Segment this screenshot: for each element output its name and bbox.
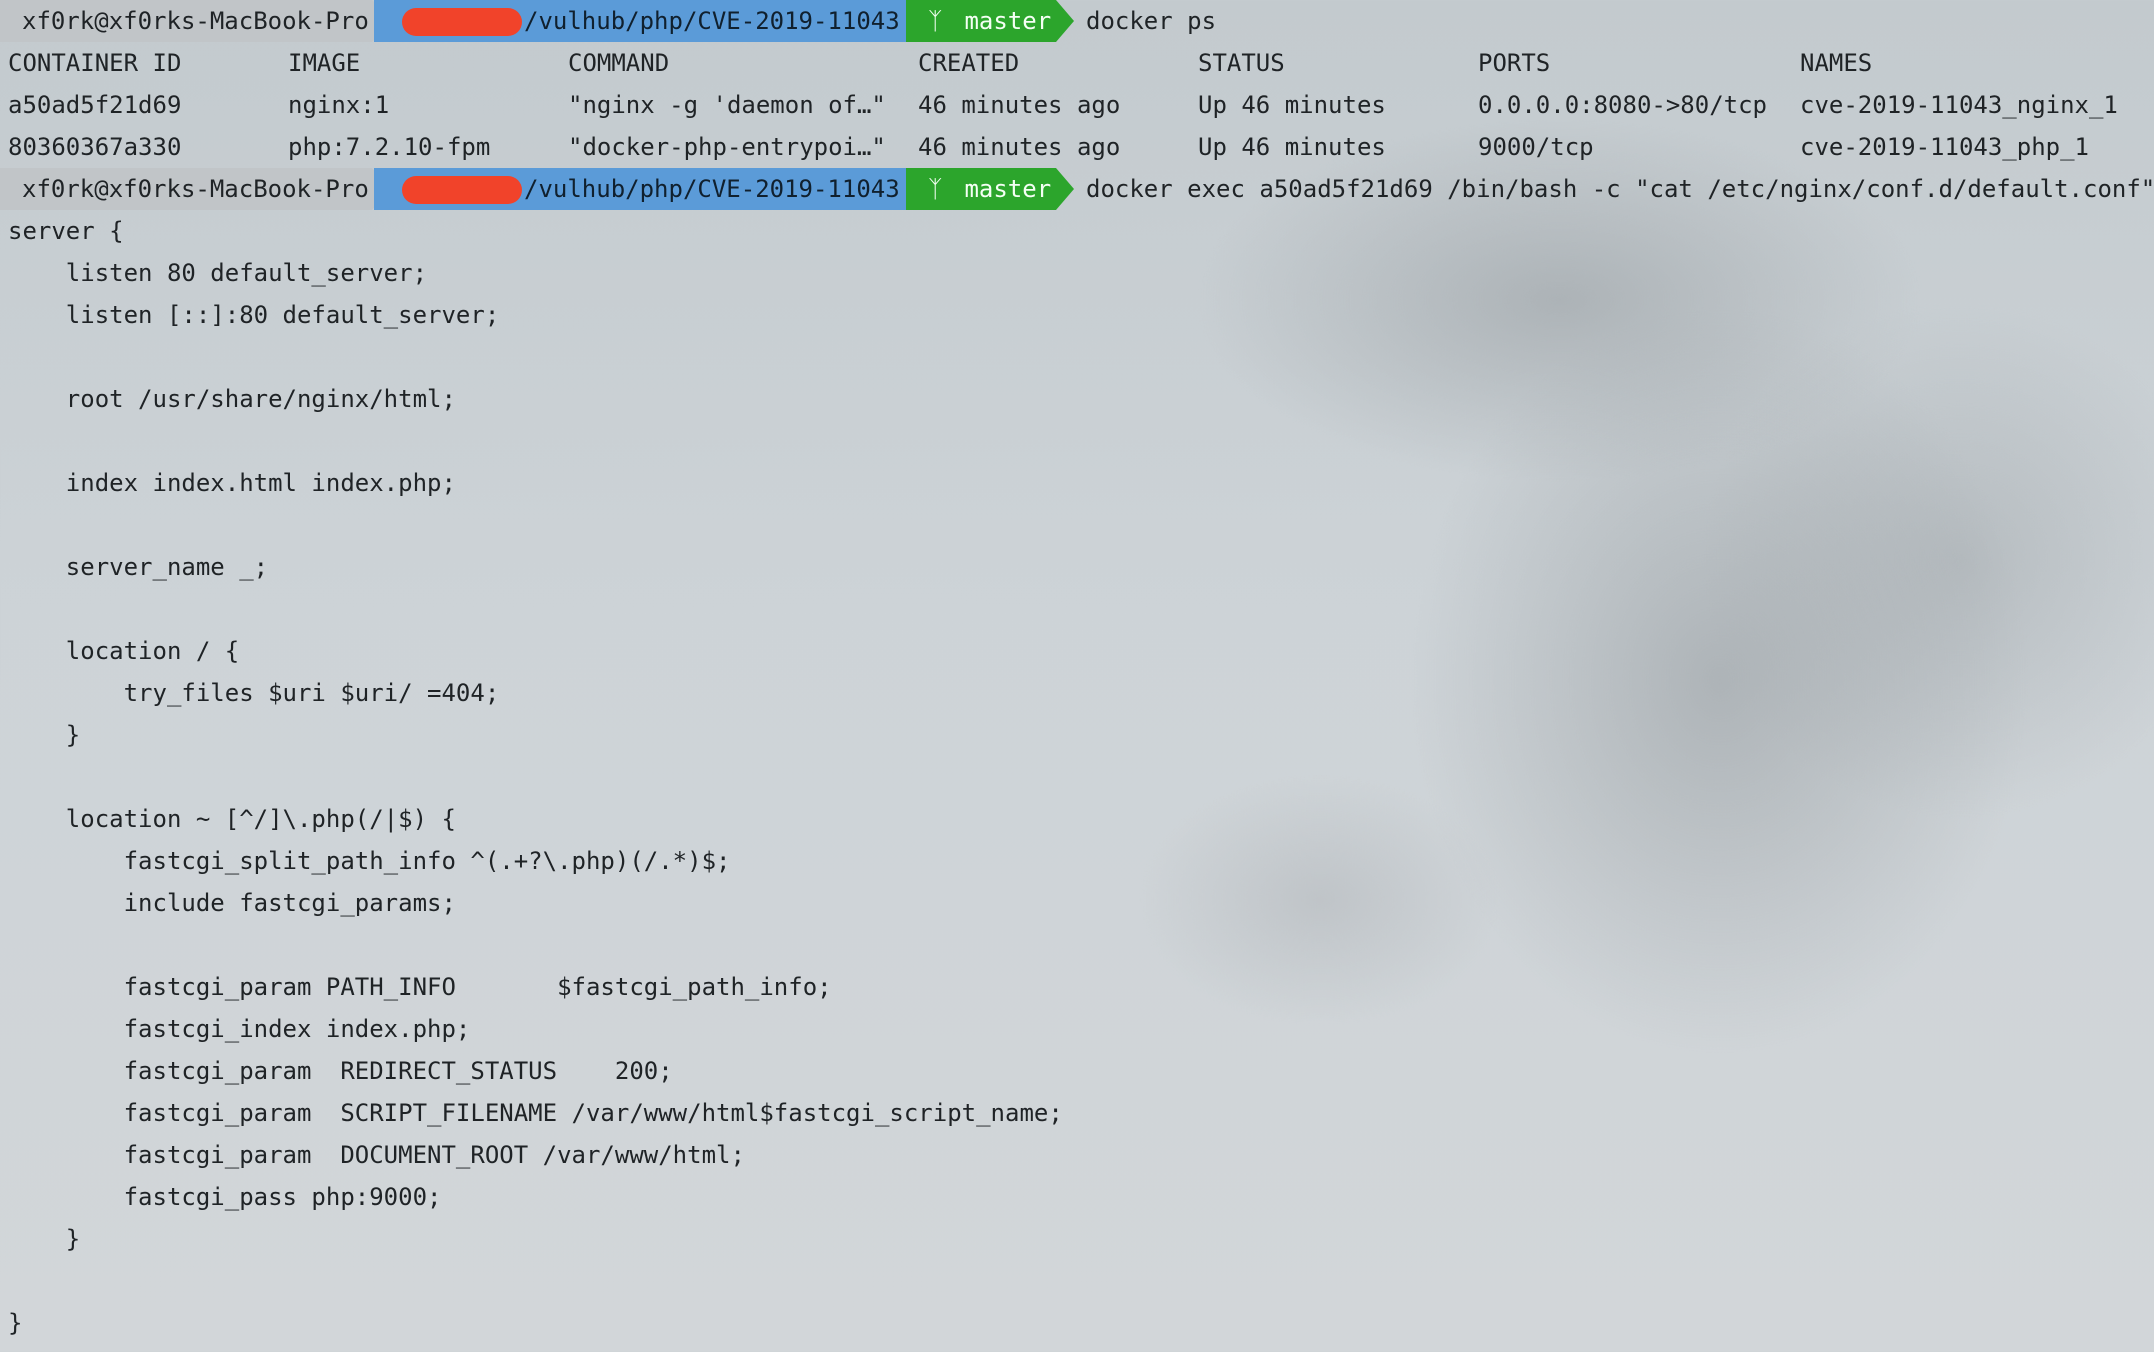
- config-line: index index.html index.php;: [8, 469, 456, 497]
- ps-header-image: IMAGE: [288, 49, 361, 77]
- prompt-user-host-segment: xf0rk@xf0rks-MacBook-Pro: [0, 168, 372, 210]
- config-line: location ~ [^/]\.php(/|$) {: [8, 805, 456, 833]
- ps-cell-ports: 9000/tcp: [1478, 133, 1594, 161]
- ps-header-row: CONTAINER ID IMAGE COMMAND CREATED STATU…: [0, 42, 1872, 84]
- config-line: fastcgi_param REDIRECT_STATUS 200;: [8, 1057, 673, 1085]
- ps-header-ports: PORTS: [1478, 49, 1551, 77]
- prompt-path: /vulhub/php/CVE-2019-11043: [524, 175, 900, 203]
- config-line: include fastcgi_params;: [8, 889, 456, 917]
- powerline-separator: [1056, 168, 1074, 210]
- prompt-branch-segment: ᛉ master: [906, 168, 1056, 210]
- prompt-branch: master: [964, 175, 1052, 203]
- command-text: docker ps: [1086, 7, 1217, 35]
- ps-row: a50ad5f21d69 nginx:1 "nginx -g 'daemon o…: [0, 84, 2118, 126]
- ps-cell-status: Up 46 minutes: [1198, 91, 1386, 119]
- config-line: fastcgi_index index.php;: [8, 1015, 471, 1043]
- powerline-separator: [1056, 0, 1074, 42]
- ps-header-command: COMMAND: [568, 49, 670, 77]
- ps-cell-container-id: a50ad5f21d69: [8, 91, 182, 119]
- prompt-line-2: xf0rk@xf0rks-MacBook-Pro /vulhub/php/CVE…: [0, 168, 2154, 210]
- redaction-mark: [402, 8, 522, 36]
- ps-cell-ports: 0.0.0.0:8080->80/tcp: [1478, 91, 1767, 119]
- ps-cell-created: 46 minutes ago: [918, 91, 1121, 119]
- command-text: docker exec a50ad5f21d69 /bin/bash -c "c…: [1086, 175, 2154, 203]
- ps-cell-status: Up 46 minutes: [1198, 133, 1386, 161]
- prompt-branch-segment: ᛉ master: [906, 0, 1056, 42]
- ps-cell-names: cve-2019-11043_nginx_1: [1800, 91, 2118, 119]
- prompt-branch: master: [964, 7, 1052, 35]
- prompt-user-host: xf0rk@xf0rks-MacBook-Pro: [22, 175, 369, 203]
- config-line: listen [::]:80 default_server;: [8, 301, 500, 329]
- ps-cell-image: php:7.2.10-fpm: [288, 133, 491, 161]
- ps-cell-command: "docker-php-entrypoi…": [568, 133, 886, 161]
- prompt-path: /vulhub/php/CVE-2019-11043: [524, 7, 900, 35]
- ps-cell-command: "nginx -g 'daemon of…": [568, 91, 886, 119]
- ps-cell-image: nginx:1: [288, 91, 390, 119]
- config-line: fastcgi_param PATH_INFO $fastcgi_path_in…: [8, 973, 832, 1001]
- ps-cell-container-id: 80360367a330: [8, 133, 182, 161]
- git-branch-icon: ᛉ: [928, 7, 943, 35]
- config-line: fastcgi_split_path_info ^(.+?\.php)(/.*)…: [8, 847, 731, 875]
- ps-cell-names: cve-2019-11043_php_1: [1800, 133, 2089, 161]
- config-line: }: [8, 1225, 81, 1253]
- config-line: fastcgi_param DOCUMENT_ROOT /var/www/htm…: [8, 1141, 745, 1169]
- prompt-path-segment: /vulhub/php/CVE-2019-11043: [374, 0, 906, 42]
- prompt-user-host: xf0rk@xf0rks-MacBook-Pro: [22, 7, 369, 35]
- ps-header-container-id: CONTAINER ID: [8, 49, 182, 77]
- config-line: root /usr/share/nginx/html;: [8, 385, 456, 413]
- git-branch-icon: ᛉ: [928, 175, 943, 203]
- redaction-mark: [402, 176, 522, 204]
- prompt-user-host-segment: xf0rk@xf0rks-MacBook-Pro: [0, 0, 372, 42]
- ps-header-names: NAMES: [1800, 49, 1873, 77]
- ps-header-status: STATUS: [1198, 49, 1285, 77]
- ps-cell-created: 46 minutes ago: [918, 133, 1121, 161]
- prompt-line-1: xf0rk@xf0rks-MacBook-Pro /vulhub/php/CVE…: [0, 0, 2154, 42]
- config-line: fastcgi_param SCRIPT_FILENAME /var/www/h…: [8, 1099, 1063, 1127]
- config-line: try_files $uri $uri/ =404;: [8, 679, 500, 707]
- ps-row: 80360367a330 php:7.2.10-fpm "docker-php-…: [0, 126, 2089, 168]
- config-line: listen 80 default_server;: [8, 259, 428, 287]
- config-line: location / {: [8, 637, 240, 665]
- ps-header-created: CREATED: [918, 49, 1020, 77]
- prompt-path-segment: /vulhub/php/CVE-2019-11043: [374, 168, 906, 210]
- config-line: fastcgi_pass php:9000;: [8, 1183, 442, 1211]
- config-line: }: [8, 721, 81, 749]
- config-line: }: [8, 1309, 23, 1337]
- config-line: server {: [8, 217, 124, 245]
- config-line: server_name _;: [8, 553, 269, 581]
